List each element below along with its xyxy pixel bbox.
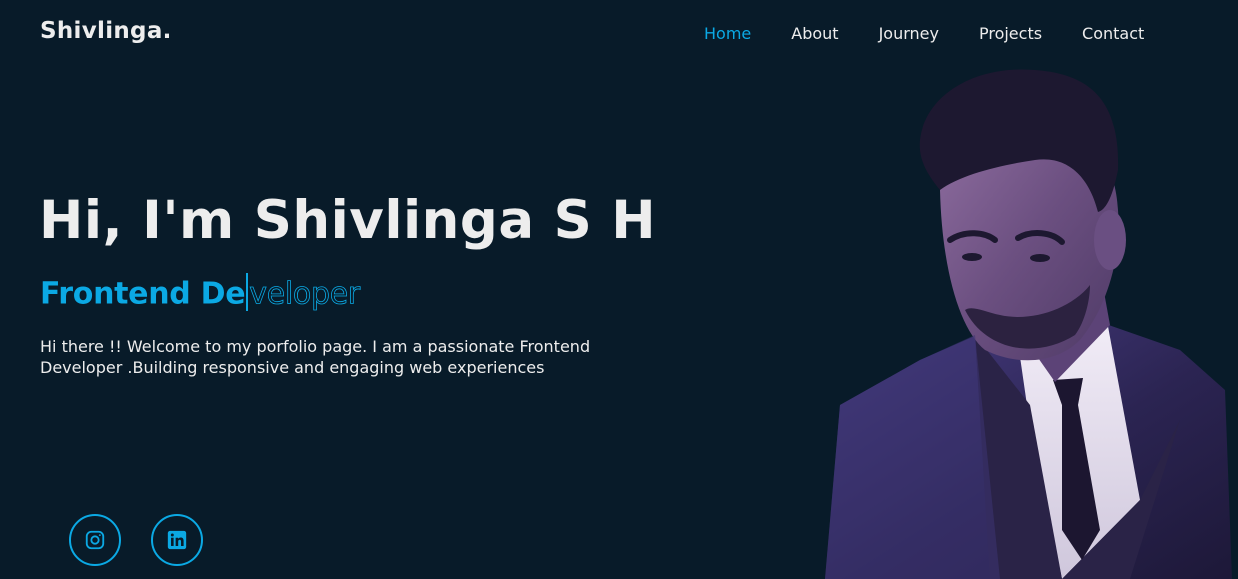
hero-subtitle: Frontend De veloper xyxy=(40,273,361,314)
subtitle-outline-text: veloper xyxy=(249,276,361,312)
nav-link-contact[interactable]: Contact xyxy=(1082,24,1144,43)
nav-link-about[interactable]: About xyxy=(791,24,838,43)
instagram-icon xyxy=(85,530,105,550)
instagram-link[interactable] xyxy=(69,514,121,566)
hero-intro-text: Hi there !! Welcome to my porfolio page.… xyxy=(40,337,591,377)
site-logo[interactable]: Shivlinga. xyxy=(40,18,172,44)
nav-link-journey[interactable]: Journey xyxy=(879,24,939,43)
subtitle-typed-text: Frontend De xyxy=(40,276,246,312)
linkedin-icon xyxy=(167,530,187,550)
typing-caret xyxy=(246,273,249,311)
social-links xyxy=(69,514,203,566)
nav-link-projects[interactable]: Projects xyxy=(979,24,1042,43)
profile-photo xyxy=(825,69,1232,579)
linkedin-link[interactable] xyxy=(151,514,203,566)
hero-title: Hi, I'm Shivlinga S H xyxy=(39,190,657,251)
nav-link-home[interactable]: Home xyxy=(704,24,751,43)
main-nav: Home About Journey Projects Contact xyxy=(704,24,1184,43)
